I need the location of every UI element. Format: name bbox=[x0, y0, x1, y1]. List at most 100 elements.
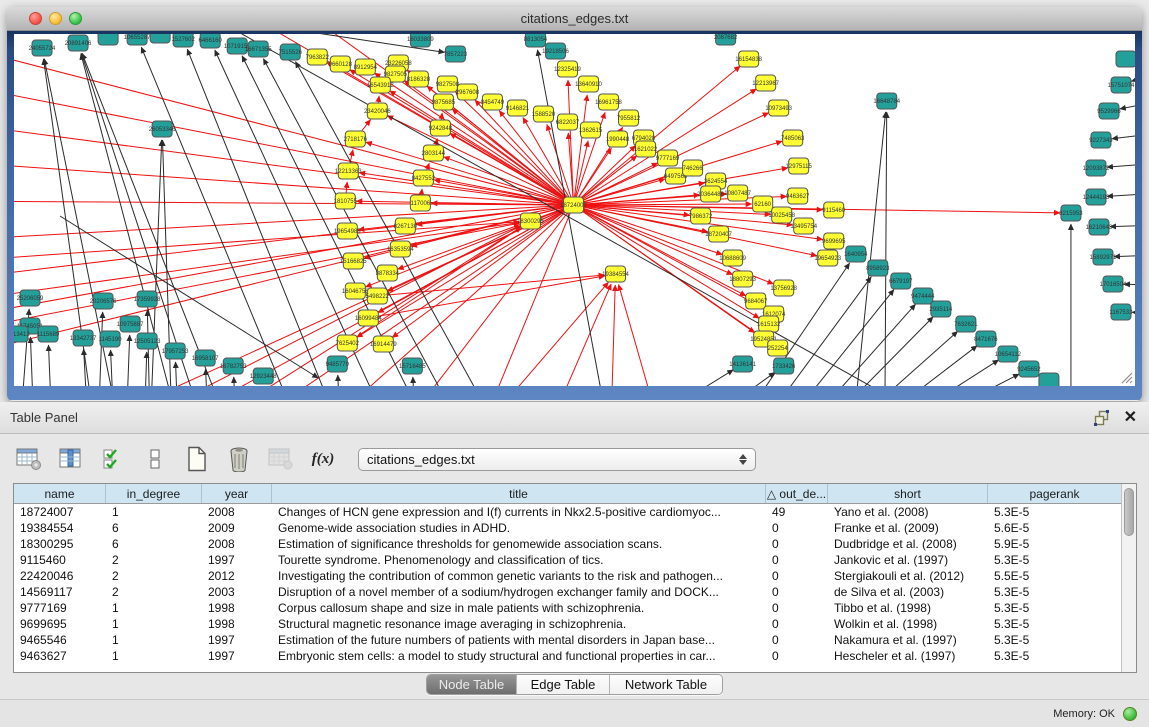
column-header-name[interactable]: name bbox=[14, 484, 106, 503]
window-titlebar[interactable]: citations_edges.txt bbox=[7, 7, 1142, 31]
graph-node[interactable]: 1115689 bbox=[37, 326, 60, 342]
graph-node[interactable]: 12444193 bbox=[1083, 189, 1110, 205]
graph-node[interactable]: 2803144 bbox=[422, 145, 446, 161]
graph-node[interactable]: 7955812 bbox=[617, 110, 641, 126]
graph-node[interactable]: 10807487 bbox=[724, 185, 751, 201]
graph-edge[interactable] bbox=[413, 377, 415, 386]
graph-node[interactable]: 1621022 bbox=[634, 141, 658, 157]
graph-node[interactable]: 9463627 bbox=[786, 188, 810, 204]
graph-node[interactable]: 7485063 bbox=[781, 130, 805, 146]
graph-node[interactable]: 13640910 bbox=[575, 76, 602, 92]
graph-edge[interactable] bbox=[651, 370, 734, 386]
graph-edge[interactable] bbox=[1120, 101, 1135, 109]
graph-node[interactable]: 20891406 bbox=[65, 35, 92, 51]
graph-edge[interactable] bbox=[888, 360, 999, 386]
graph-node[interactable]: 12093872 bbox=[1083, 160, 1110, 176]
graph-node[interactable]: 23420046 bbox=[364, 103, 391, 119]
row-height-icon[interactable] bbox=[140, 444, 170, 474]
graph-node[interactable]: 24055724 bbox=[29, 40, 56, 56]
graph-node[interactable]: 9699695 bbox=[822, 233, 846, 249]
graph-node[interactable]: 2718176 bbox=[344, 131, 368, 147]
graph-edge[interactable] bbox=[14, 201, 573, 205]
graph-node[interactable]: 10688609 bbox=[719, 250, 746, 266]
graph-edge[interactable] bbox=[1110, 225, 1135, 227]
graph-node[interactable]: 10025458 bbox=[768, 207, 795, 223]
graph-edge[interactable] bbox=[126, 335, 130, 386]
graph-node[interactable]: 16353594 bbox=[387, 241, 414, 257]
graph-node[interactable]: 18720407 bbox=[705, 226, 732, 242]
graph-node[interactable]: 26053346 bbox=[149, 121, 176, 137]
graph-node[interactable]: 9245652 bbox=[1017, 361, 1041, 377]
graph-node[interactable]: 8471676 bbox=[974, 331, 998, 347]
graph-node[interactable]: 13495754 bbox=[790, 218, 817, 234]
graph-node[interactable]: 1527602 bbox=[171, 34, 195, 47]
zoom-window-button[interactable] bbox=[69, 12, 82, 25]
graph-node[interactable] bbox=[98, 34, 118, 45]
graph-node[interactable]: 16033809 bbox=[407, 34, 434, 47]
graph-node[interactable]: 1362615 bbox=[579, 122, 603, 138]
graph-node[interactable]: 9115460 bbox=[822, 202, 846, 218]
graph-node[interactable]: 16154838 bbox=[735, 51, 762, 67]
graph-node[interactable]: 17016504 bbox=[1100, 276, 1127, 292]
table-row[interactable]: 911546021997Tourette syndrome. Phenomeno… bbox=[14, 552, 1121, 568]
graph-edge[interactable] bbox=[111, 350, 115, 386]
graph-node[interactable]: 1810755 bbox=[334, 193, 358, 209]
graph-edge[interactable] bbox=[611, 285, 616, 386]
graph-node[interactable]: 2087682 bbox=[714, 34, 738, 45]
table-row[interactable]: 969969511998Structural magnetic resonanc… bbox=[14, 616, 1121, 632]
close-window-button[interactable] bbox=[29, 12, 42, 25]
graph-node[interactable]: 3913413 bbox=[14, 326, 30, 342]
graph-edge[interactable] bbox=[701, 372, 775, 386]
table-row[interactable]: 946362711997Embryonic stem cells: a mode… bbox=[14, 648, 1121, 664]
graph-node[interactable] bbox=[150, 34, 170, 43]
graph-node[interactable]: 9227343 bbox=[1089, 132, 1113, 148]
graph-edge[interactable] bbox=[1107, 193, 1135, 196]
close-panel-icon[interactable]: ✕ bbox=[1124, 410, 1137, 426]
graph-node[interactable] bbox=[1039, 373, 1059, 386]
graph-node[interactable]: 16671355 bbox=[245, 41, 272, 57]
graph-node[interactable]: 19654985 bbox=[334, 223, 361, 239]
graph-node[interactable]: 20364486 bbox=[697, 186, 724, 202]
graph-node[interactable]: 12505123 bbox=[134, 333, 161, 349]
graph-node[interactable]: 13756928 bbox=[770, 280, 797, 296]
network-table-select[interactable]: citations_edges.txt bbox=[358, 448, 756, 471]
graph-node[interactable]: 1990448 bbox=[606, 131, 630, 147]
graph-edge[interactable] bbox=[781, 290, 894, 386]
column-header-pagerank[interactable]: pagerank bbox=[988, 484, 1121, 503]
graph-edge[interactable] bbox=[1107, 163, 1135, 167]
graph-node[interactable]: 6679197 bbox=[889, 273, 913, 289]
graph-node[interactable]: 25206059 bbox=[17, 290, 44, 306]
graph-node[interactable]: 16543912 bbox=[367, 77, 394, 93]
graph-node[interactable]: 2967608 bbox=[456, 84, 480, 100]
tab-network-table[interactable]: Network Table bbox=[610, 675, 722, 694]
table-row[interactable]: 977716911998Corpus callosum shape and si… bbox=[14, 600, 1121, 616]
graph-node[interactable]: 7986372 bbox=[689, 208, 713, 224]
graph-edge[interactable] bbox=[1114, 255, 1135, 257]
column-header-in-degree[interactable]: in_degree bbox=[106, 484, 202, 503]
graph-node[interactable]: 8215953 bbox=[1059, 205, 1083, 221]
column-header-title[interactable]: title bbox=[272, 484, 766, 503]
function-builder-icon[interactable]: f(x) bbox=[308, 444, 338, 474]
graph-node[interactable]: 9529966 bbox=[1097, 103, 1121, 119]
graph-node[interactable]: 7632621 bbox=[954, 316, 978, 332]
graph-node[interactable]: 5498222 bbox=[366, 288, 390, 304]
graph-node[interactable]: 16914479 bbox=[370, 336, 397, 352]
column-header-out-de-[interactable]: △ out_de... bbox=[766, 484, 828, 503]
graph-edge[interactable] bbox=[1131, 71, 1135, 81]
graph-node[interactable]: 18724007 bbox=[560, 197, 587, 213]
graph-edge[interactable] bbox=[98, 312, 103, 386]
graph-node[interactable]: 2935114 bbox=[929, 301, 953, 317]
graph-node[interactable]: 9146821 bbox=[506, 100, 530, 116]
tab-edge-table[interactable]: Edge Table bbox=[517, 675, 610, 694]
graph-node[interactable]: 16210643 bbox=[1086, 219, 1113, 235]
graph-node[interactable]: 15892971 bbox=[1090, 249, 1117, 265]
graph-edge[interactable] bbox=[885, 112, 887, 386]
memory-status-indicator[interactable] bbox=[1123, 707, 1137, 721]
graph-node[interactable]: 9485779 bbox=[326, 356, 350, 372]
scrollbar-thumb[interactable] bbox=[1124, 488, 1134, 536]
graph-node[interactable]: 10973493 bbox=[765, 100, 792, 116]
graph-node[interactable]: 7625402 bbox=[336, 335, 360, 351]
graph-node[interactable]: 7857223 bbox=[444, 46, 468, 62]
graph-edge[interactable] bbox=[866, 346, 977, 386]
column-header-short[interactable]: short bbox=[828, 484, 988, 503]
